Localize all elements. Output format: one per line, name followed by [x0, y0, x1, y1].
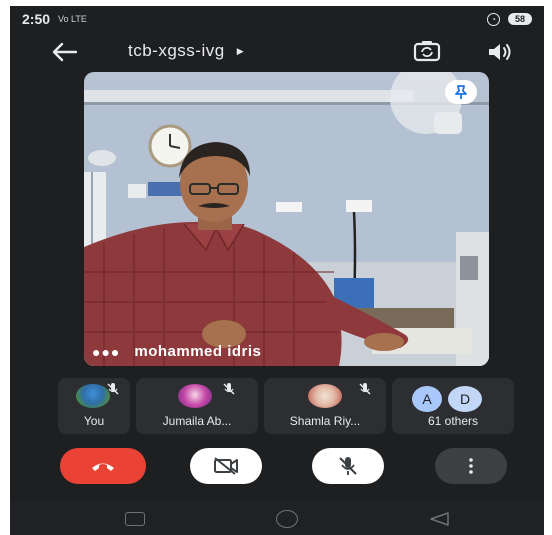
end-call-button[interactable]	[60, 448, 146, 484]
call-controls	[10, 448, 544, 488]
avatar-a: A	[412, 386, 442, 412]
vertical-dots-icon	[469, 458, 473, 474]
pin-icon[interactable]	[445, 80, 477, 104]
signal-indicator: Vo LTE	[58, 14, 87, 24]
participant-avatar	[178, 384, 212, 408]
alarm-icon: ◔	[486, 12, 500, 26]
speaker-label: ●●● mohammed idris	[92, 343, 261, 360]
status-right-group: ◔ 58	[486, 12, 532, 26]
participant-tile-shamla[interactable]: Shamla Riy...	[264, 378, 386, 434]
recent-apps-icon[interactable]	[125, 512, 145, 526]
status-bar: 2:50 Vo LTE ◔ 58	[10, 6, 544, 32]
meeting-code: tcb-xgss-ivg	[128, 41, 225, 60]
caret-right-icon: ▶	[236, 45, 245, 56]
phone-hangup-icon	[92, 463, 114, 471]
three-dots-icon[interactable]: ●●●	[92, 344, 120, 360]
volume-icon[interactable]	[486, 40, 514, 64]
home-icon[interactable]	[276, 510, 298, 528]
speaker-name: mohammed idris	[134, 343, 262, 360]
participant-name: 61 others	[427, 414, 479, 428]
video-frame-image	[84, 72, 489, 366]
battery-indicator: 58	[507, 13, 532, 25]
participant-avatar	[308, 384, 342, 408]
more-options-button[interactable]	[435, 448, 507, 484]
avatar-d: D	[448, 386, 482, 412]
flip-camera-icon[interactable]	[412, 38, 442, 64]
participant-name: Jumaila Ab...	[162, 414, 232, 428]
camera-off-icon	[214, 457, 238, 475]
participant-avatar	[76, 384, 110, 408]
mic-off-icon	[106, 382, 120, 399]
status-time: 2:50	[22, 11, 51, 27]
participant-tile-jumaila[interactable]: Jumaila Ab...	[136, 378, 258, 434]
phone-screen: 2:50 Vo LTE ◔ 58 tcb-xgss-ivg ▶ ●●● moha…	[10, 6, 544, 535]
system-nav-bar	[10, 501, 544, 535]
meeting-top-bar: tcb-xgss-ivg ▶	[10, 32, 544, 72]
mic-off-icon	[358, 382, 372, 399]
participant-tile-you[interactable]: You	[58, 378, 130, 434]
mic-off-icon	[222, 382, 236, 399]
mic-toggle-button[interactable]	[312, 448, 384, 484]
participant-tile-others[interactable]: A D 61 others	[392, 378, 514, 434]
meeting-title-button[interactable]: tcb-xgss-ivg ▶	[128, 41, 244, 61]
nav-back-icon[interactable]	[428, 511, 450, 532]
arrow-left-icon[interactable]	[50, 40, 78, 64]
mic-off-icon	[339, 457, 357, 475]
participant-name: You	[83, 414, 105, 428]
main-video-feed[interactable]: ●●● mohammed idris	[84, 72, 489, 366]
participant-name: Shamla Riy...	[289, 414, 361, 428]
camera-toggle-button[interactable]	[190, 448, 262, 484]
